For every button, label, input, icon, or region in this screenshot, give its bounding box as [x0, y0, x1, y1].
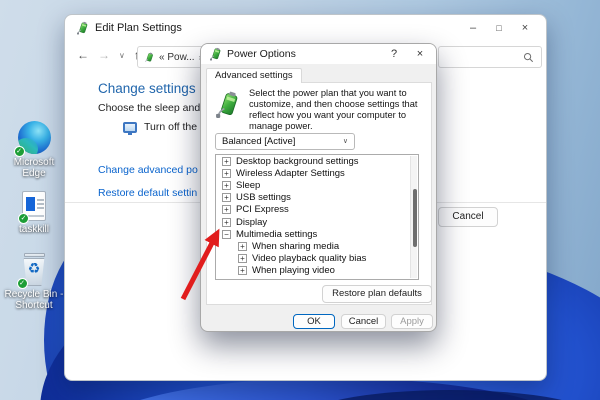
plan-dropdown-value: Balanced [Active]: [222, 136, 296, 147]
maximize-button[interactable]: □: [486, 15, 512, 41]
desktop-icon-label: Microsoft Edge: [13, 157, 55, 179]
desktop-icon-label: Recycle Bin - Shortcut: [4, 289, 64, 311]
tab-advanced-settings[interactable]: Advanced settings: [206, 68, 302, 83]
power-options-dialog: Power Options ? × Advanced settings Sele…: [200, 43, 437, 332]
desktop-icon-taskkill[interactable]: ✓ taskkill: [2, 191, 66, 235]
tree-item[interactable]: + PCI Express: [216, 204, 418, 216]
dialog-description: Select the power plan that you want to c…: [249, 88, 418, 131]
apply-button[interactable]: Apply: [391, 314, 433, 329]
forward-button[interactable]: →: [98, 48, 110, 62]
window-title: Edit Plan Settings: [95, 22, 182, 34]
chevron-down-icon: ∨: [342, 138, 348, 145]
dialog-title: Power Options: [227, 48, 296, 60]
scrollbar[interactable]: [410, 156, 417, 278]
intro-text: Choose the sleep and: [98, 102, 201, 114]
tree-item[interactable]: + Sleep: [216, 179, 418, 191]
desktop: ✓ Microsoft Edge ✓ taskkill ♻ ✓ Recycle …: [0, 0, 600, 400]
tree-item[interactable]: + Video playback quality bias: [216, 253, 418, 265]
scrollbar-thumb[interactable]: [413, 189, 417, 247]
help-button[interactable]: ?: [384, 45, 404, 63]
expand-toggle[interactable]: +: [222, 205, 231, 215]
expand-toggle[interactable]: +: [222, 168, 231, 178]
restore-defaults-link[interactable]: Restore default settin: [98, 187, 197, 199]
history-dropdown-icon[interactable]: ∨: [119, 51, 125, 60]
close-icon[interactable]: ×: [410, 45, 430, 63]
collapse-toggle[interactable]: −: [222, 229, 231, 239]
control-panel-icon: [145, 52, 153, 62]
synced-check-icon: ✓: [18, 213, 29, 224]
restore-plan-defaults-button[interactable]: Restore plan defaults: [322, 285, 432, 303]
cancel-button[interactable]: Cancel: [341, 314, 386, 329]
cancel-button[interactable]: Cancel: [438, 207, 498, 227]
expand-toggle[interactable]: +: [222, 217, 231, 227]
tree-item[interactable]: + USB settings: [216, 192, 418, 204]
expand-toggle[interactable]: +: [222, 193, 231, 203]
expand-toggle[interactable]: +: [238, 266, 247, 276]
tree-item[interactable]: + Wireless Adapter Settings: [216, 167, 418, 179]
minimize-button[interactable]: –: [460, 15, 486, 41]
synced-check-icon: ✓: [16, 278, 28, 289]
synced-check-icon: ✓: [13, 146, 25, 157]
desktop-icon-label: taskkill: [18, 224, 49, 235]
tab-page: Select the power plan that you want to c…: [206, 82, 432, 305]
tree-item[interactable]: + When playing video: [216, 265, 418, 277]
change-advanced-power-link[interactable]: Change advanced po: [98, 164, 198, 176]
tree-item[interactable]: + When sharing media: [216, 240, 418, 252]
expand-toggle[interactable]: +: [222, 180, 231, 190]
desktop-icon-microsoft-edge[interactable]: ✓ Microsoft Edge: [2, 121, 66, 179]
search-icon: [523, 52, 534, 63]
tree-item[interactable]: + Display: [216, 216, 418, 228]
expand-toggle[interactable]: +: [238, 254, 247, 264]
tree-item[interactable]: + Desktop background settings: [216, 155, 418, 167]
breadcrumb[interactable]: « Pow...: [159, 52, 195, 63]
settings-tree: + Desktop background settings + Wireless…: [215, 154, 419, 280]
power-options-icon: [210, 47, 221, 61]
close-button[interactable]: ×: [512, 15, 538, 41]
desktop-icon-recycle-bin[interactable]: ♻ ✓ Recycle Bin - Shortcut: [2, 253, 66, 311]
expand-toggle[interactable]: +: [222, 156, 231, 166]
display-icon: [123, 121, 137, 135]
back-button[interactable]: ←: [77, 48, 89, 62]
tree-item-multimedia-settings[interactable]: − Multimedia settings: [216, 228, 418, 240]
power-battery-icon: [216, 91, 238, 118]
page-title: Change settings: [98, 81, 196, 96]
search-input[interactable]: [438, 46, 542, 68]
plan-dropdown[interactable]: Balanced [Active] ∨: [215, 133, 355, 150]
expand-toggle[interactable]: +: [238, 241, 247, 251]
ok-button[interactable]: OK: [293, 314, 335, 329]
dialog-titlebar[interactable]: Power Options ? ×: [201, 44, 436, 64]
window-titlebar[interactable]: Edit Plan Settings – □ ×: [65, 15, 546, 41]
power-plan-icon: [77, 21, 88, 35]
